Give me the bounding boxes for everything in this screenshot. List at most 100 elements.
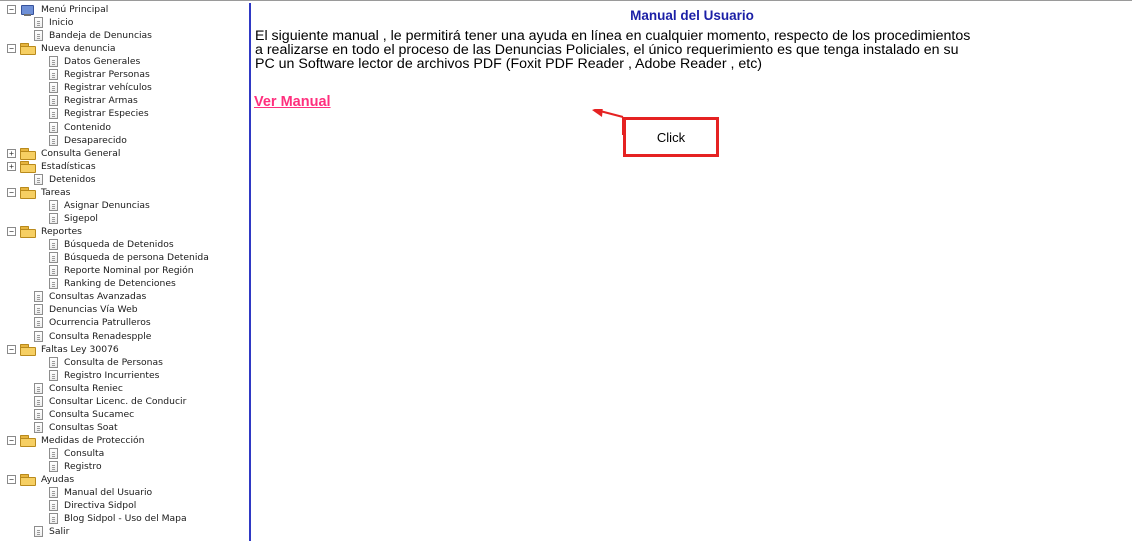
sidebar-item[interactable]: − Tareas — [7, 186, 70, 199]
sidebar-item[interactable]: Detenidos — [34, 173, 96, 186]
sidebar-item[interactable]: Contenido — [49, 121, 111, 134]
intro-line: El siguiente manual , le permitirá tener… — [255, 28, 971, 44]
sidebar-item[interactable]: Consulta Sucamec — [34, 408, 134, 421]
sidebar-item[interactable]: − Reportes — [7, 225, 82, 239]
collapse-minus-icon[interactable]: − — [7, 344, 16, 354]
sidebar-item-label: Bandeja de Denuncias — [49, 30, 152, 42]
sidebar-item-label: Directiva Sidpol — [64, 500, 137, 512]
sidebar-item[interactable]: Reporte Nominal por Región — [49, 264, 194, 277]
page-icon — [49, 56, 58, 68]
sidebar-item[interactable]: Blog Sidpol - Uso del Mapa — [49, 512, 187, 525]
collapse-minus-icon[interactable]: − — [7, 44, 16, 54]
page-icon — [49, 82, 58, 94]
sidebar-item-label: Consulta de Personas — [64, 356, 163, 368]
sidebar-item-label: Consulta — [64, 448, 105, 460]
collapse-minus-icon[interactable]: − — [7, 5, 16, 14]
sidebar-item[interactable]: Ocurrencia Patrulleros — [34, 316, 151, 329]
sidebar-item[interactable]: Consultar Licenc. de Conducir — [34, 395, 186, 408]
collapse-minus-icon[interactable]: − — [7, 475, 16, 485]
page-icon — [49, 278, 58, 290]
collapse-minus-icon[interactable]: − — [7, 227, 16, 237]
sidebar-item-label: Tareas — [41, 186, 71, 198]
computer-icon — [20, 4, 35, 16]
sidebar-item[interactable]: Ranking de Detenciones — [49, 277, 176, 290]
page-icon — [34, 330, 43, 342]
page-icon — [34, 317, 43, 329]
sidebar-item[interactable]: − Faltas Ley 30076 — [7, 343, 119, 356]
page-title: Manual del Usuario — [630, 8, 754, 23]
sidebar-item[interactable]: Búsqueda de Detenidos — [49, 238, 174, 251]
sidebar-item[interactable]: Registrar vehículos — [49, 81, 152, 94]
sidebar-item[interactable]: − Ayudas — [7, 473, 74, 487]
sidebar-item-label: Contenido — [64, 121, 111, 133]
sidebar-item-label: Denuncias Vía Web — [49, 304, 138, 316]
sidebar-item[interactable]: Inicio — [34, 16, 73, 29]
expand-plus-icon[interactable]: + — [7, 148, 16, 158]
sidebar-item[interactable]: Salir — [34, 525, 69, 538]
page-icon — [49, 500, 58, 512]
sidebar-item[interactable]: Registrar Especies — [49, 107, 149, 120]
sidebar-item-label: Ranking de Detenciones — [64, 278, 176, 290]
sidebar-item[interactable]: Denuncias Vía Web — [34, 303, 138, 316]
page-icon — [49, 448, 58, 460]
page-icon — [34, 395, 43, 407]
sidebar-item-label: Registro — [64, 461, 102, 473]
sidebar-item[interactable]: Datos Generales — [49, 55, 140, 68]
collapse-minus-icon[interactable]: − — [7, 187, 16, 197]
ver-manual-link[interactable]: Ver Manual — [254, 94, 331, 110]
page-icon — [49, 487, 58, 499]
intro-line: a realizarse en todo el proceso de las D… — [255, 42, 959, 58]
sidebar-item[interactable]: Desaparecido — [49, 134, 127, 147]
sidebar-item[interactable]: Consulta — [49, 447, 104, 460]
sidebar-item-label: Blog Sidpol - Uso del Mapa — [64, 513, 187, 525]
sidebar-item[interactable]: Consulta Renadespple — [34, 330, 151, 343]
sidebar-item-label: Salir — [49, 526, 70, 538]
sidebar-item-label: Consulta General — [41, 147, 121, 159]
sidebar-item[interactable]: + Estadísticas — [7, 160, 96, 173]
page-icon — [34, 408, 43, 420]
sidebar-item-label: Consultar Licenc. de Conducir — [49, 395, 187, 407]
folder-icon — [20, 434, 36, 447]
sidebar-item-label: Consultas Soat — [49, 421, 118, 433]
sidebar-item-label: Datos Generales — [64, 56, 141, 68]
page-icon — [49, 69, 58, 81]
sidebar-item[interactable]: − Nueva denuncia — [7, 42, 116, 56]
sidebar-item[interactable]: Consulta Reniec — [34, 382, 123, 395]
folder-icon — [20, 147, 36, 160]
page-icon — [49, 369, 58, 381]
sidebar-item[interactable]: − Medidas de Protección — [7, 434, 144, 447]
intro-line: PC un Software lector de archivos PDF (F… — [255, 56, 763, 72]
page-icon — [49, 265, 58, 277]
collapse-minus-icon[interactable]: − — [7, 435, 16, 445]
sidebar-item[interactable]: Consulta de Personas — [49, 356, 163, 369]
sidebar-item-label: Búsqueda de persona Detenida — [64, 252, 209, 264]
sidebar-item-label: Registrar Personas — [64, 69, 150, 81]
sidebar-item-label: Consulta Sucamec — [49, 408, 135, 420]
sidebar-item[interactable]: Registro Incurrientes — [49, 369, 159, 382]
sidebar-item-label: Ocurrencia Patrulleros — [49, 317, 151, 329]
expand-plus-icon[interactable]: + — [7, 161, 16, 171]
sidebar-item[interactable]: Registrar Personas — [49, 68, 150, 81]
sidebar-item[interactable]: Bandeja de Denuncias — [34, 29, 152, 42]
sidebar-item[interactable]: Registrar Armas — [49, 94, 138, 107]
sidebar-item[interactable]: Consultas Soat — [34, 421, 118, 434]
page-frame: − Menú Principal Inicio Bandeja de Denuncia… — [0, 0, 1132, 541]
sidebar-item[interactable]: Manual del Usuario — [49, 486, 152, 499]
page-icon — [49, 121, 58, 133]
sidebar-item[interactable]: Directiva Sidpol — [49, 499, 136, 512]
sidebar-item[interactable]: + Consulta General — [7, 147, 120, 160]
sidebar-item-label: Registrar Armas — [64, 95, 138, 107]
sidebar-item[interactable]: Registro — [49, 460, 102, 473]
sidebar-item[interactable]: Sigepol — [49, 212, 98, 225]
folder-icon — [20, 474, 36, 487]
sidebar-item[interactable]: Consultas Avanzadas — [34, 290, 146, 303]
sidebar-item-label: Consultas Avanzadas — [49, 291, 147, 303]
sidebar-item-label: Desaparecido — [64, 134, 127, 146]
page-icon — [34, 30, 43, 42]
page-icon — [34, 382, 43, 394]
page-icon — [49, 239, 58, 251]
page-icon — [49, 252, 58, 264]
sidebar-item[interactable]: Búsqueda de persona Detenida — [49, 251, 209, 264]
sidebar-item[interactable]: Asignar Denuncias — [49, 199, 150, 212]
sidebar-item[interactable]: − Menú Principal — [7, 3, 108, 16]
